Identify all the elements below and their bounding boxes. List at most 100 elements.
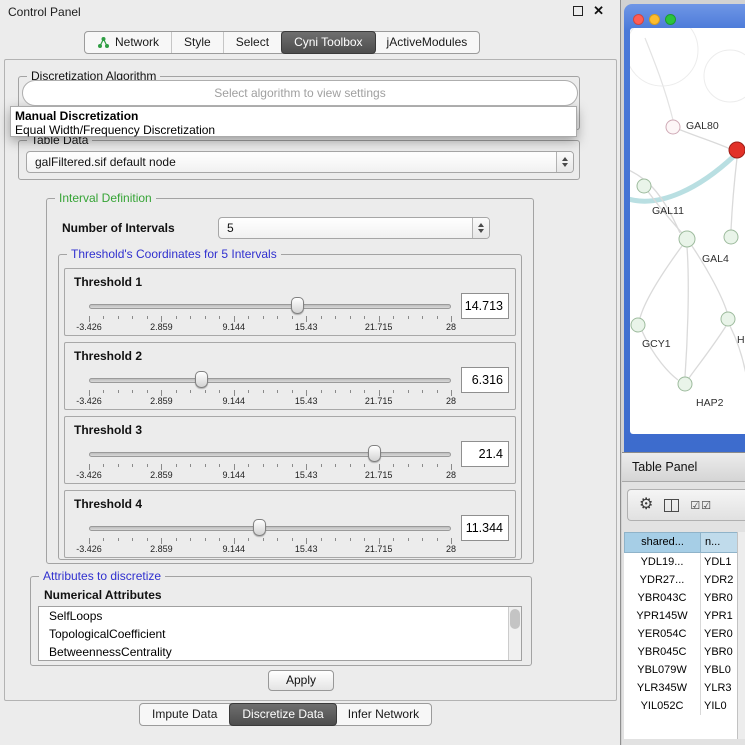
tab-label: Style: [184, 32, 211, 53]
slider-handle[interactable]: [195, 371, 208, 388]
cell-shared-name[interactable]: YIL052C: [624, 697, 701, 715]
threshold-2-value-field[interactable]: 6.316: [461, 367, 509, 393]
algorithm-option-equal-width-frequency-discretization[interactable]: Equal Width/Frequency Discretization: [11, 123, 576, 137]
threshold-3-panel: Threshold 3 -3.4262.8599.14415.4321.7152…: [64, 416, 516, 484]
numerical-attributes-label: Numerical Attributes: [44, 588, 162, 602]
table-row[interactable]: YBL079WYBL0: [624, 661, 745, 679]
tab-style[interactable]: Style: [172, 32, 224, 53]
threshold-3-slider[interactable]: [89, 445, 451, 463]
threshold-4-value-field[interactable]: 11.344: [461, 515, 509, 541]
table-row[interactable]: YER054CYER0: [624, 625, 745, 643]
network-edge[interactable]: [689, 326, 726, 378]
combobox-stepper-icon[interactable]: [556, 152, 573, 172]
cell-shared-name[interactable]: YDL19...: [624, 553, 701, 571]
algorithm-combobox[interactable]: Select algorithm to view settings: [22, 80, 578, 106]
list-item[interactable]: SelfLoops: [39, 607, 521, 625]
slider-track[interactable]: [89, 304, 451, 309]
threshold-1-slider[interactable]: [89, 297, 451, 315]
network-node[interactable]: [630, 28, 698, 86]
table-row[interactable]: YIL052CYIL0: [624, 697, 745, 715]
algorithm-option-manual-discretization[interactable]: Manual Discretization: [11, 109, 576, 123]
slider-track[interactable]: [89, 378, 451, 383]
slider-handle[interactable]: [368, 445, 381, 462]
node-label: GAL80: [686, 120, 719, 132]
cell-shared-name[interactable]: YBR043C: [624, 589, 701, 607]
slider-tick-labels: -3.4262.8599.14415.4321.71528: [89, 470, 451, 481]
tab-cyni-toolbox[interactable]: Cyni Toolbox: [281, 31, 375, 54]
tab-network[interactable]: Network: [85, 32, 172, 53]
slider-handle[interactable]: [291, 297, 304, 314]
columns-icon[interactable]: [664, 499, 679, 512]
close-traffic-light-icon[interactable]: [633, 14, 644, 25]
table-data-combobox[interactable]: galFiltered.sif default node: [26, 151, 574, 173]
table-row[interactable]: YDL19...YDL1: [624, 553, 745, 571]
tab-infer-network[interactable]: Infer Network: [336, 704, 431, 725]
network-node[interactable]: [631, 318, 645, 332]
table-row[interactable]: YBR043CYBR0: [624, 589, 745, 607]
select-columns-icon[interactable]: ☑☑: [690, 499, 712, 512]
threshold-1-panel: Threshold 1 -3.4262.8599.14415.4321.7152…: [64, 268, 516, 336]
table-scrollbar[interactable]: [737, 532, 745, 739]
network-edge[interactable]: [630, 156, 734, 201]
top-tab-bar: Network Style Select Cyni ToolboxjActiveMod…: [84, 31, 480, 54]
slider-handle[interactable]: [253, 519, 266, 536]
threshold-4-slider[interactable]: [89, 519, 451, 537]
cell-shared-name[interactable]: YLR345W: [624, 679, 701, 697]
table-row[interactable]: YDR27...YDR2: [624, 571, 745, 589]
cell-shared-name[interactable]: YBL079W: [624, 661, 701, 679]
cell-shared-name[interactable]: YDR27...: [624, 571, 701, 589]
gear-icon[interactable]: ⚙: [639, 497, 653, 513]
network-node[interactable]: [679, 231, 695, 247]
table-panel-header[interactable]: Table Panel: [622, 452, 745, 482]
network-canvas[interactable]: GAL80GAL11GAL4GCY1HHAP2: [630, 28, 745, 434]
tab-select[interactable]: Select: [224, 32, 282, 53]
float-window-icon[interactable]: [573, 6, 583, 16]
table-row[interactable]: YPR145WYPR1: [624, 607, 745, 625]
threshold-1-value-field[interactable]: 14.713: [461, 293, 509, 319]
network-node[interactable]: [704, 50, 745, 102]
table-row[interactable]: YLR345WYLR3: [624, 679, 745, 697]
network-node[interactable]: [666, 120, 680, 134]
network-view-window[interactable]: GAL80GAL11GAL4GCY1HHAP2: [624, 4, 745, 452]
network-node[interactable]: [721, 312, 735, 326]
minimize-traffic-light-icon[interactable]: [649, 14, 660, 25]
threshold-3-label: Threshold 3: [74, 423, 142, 437]
tab-label: Select: [236, 32, 269, 53]
network-edge[interactable]: [731, 158, 737, 230]
cell-shared-name[interactable]: YER054C: [624, 625, 701, 643]
network-edge[interactable]: [685, 247, 688, 377]
list-item[interactable]: TopologicalCoefficient: [39, 625, 521, 643]
thresholds-group-title: Threshold's Coordinates for 5 Intervals: [67, 247, 281, 261]
network-node[interactable]: [678, 377, 692, 391]
threshold-3-value-field[interactable]: 21.4: [461, 441, 509, 467]
list-scrollbar[interactable]: [508, 607, 521, 660]
tab-discretize-data[interactable]: Discretize Data: [229, 703, 336, 726]
numerical-attributes-list[interactable]: SelfLoopsTopologicalCoefficientBetweenne…: [38, 606, 522, 661]
list-item[interactable]: BetweennessCentrality: [39, 643, 521, 661]
network-node[interactable]: [729, 142, 745, 158]
apply-button[interactable]: Apply: [268, 670, 334, 691]
list-scrollbar-thumb[interactable]: [510, 609, 520, 629]
threshold-2-slider[interactable]: [89, 371, 451, 389]
zoom-traffic-light-icon[interactable]: [665, 14, 676, 25]
network-node[interactable]: [724, 230, 738, 244]
slider-track[interactable]: [89, 526, 451, 531]
network-edge[interactable]: [645, 38, 673, 120]
number-of-intervals-combobox[interactable]: 5: [218, 217, 490, 239]
table-header-row: shared... n...: [624, 532, 745, 553]
tab-jactivemodules[interactable]: jActiveModules: [375, 32, 480, 53]
combobox-stepper-icon[interactable]: [472, 218, 489, 238]
close-icon[interactable]: ✕: [593, 5, 604, 17]
table-panel-title: Table Panel: [632, 453, 697, 481]
column-header-shared-name[interactable]: shared...: [624, 532, 701, 553]
slider-track[interactable]: [89, 452, 451, 457]
tab-impute-data[interactable]: Impute Data: [140, 704, 230, 725]
slider-tick-labels: -3.4262.8599.14415.4321.71528: [89, 322, 451, 333]
network-node[interactable]: [637, 179, 651, 193]
network-edge[interactable]: [640, 246, 682, 318]
bottom-tab-bar: Impute DataDiscretize DataInfer Network: [139, 703, 432, 726]
table-row[interactable]: YBR045CYBR0: [624, 643, 745, 661]
cell-shared-name[interactable]: YPR145W: [624, 607, 701, 625]
cell-shared-name[interactable]: YBR045C: [624, 643, 701, 661]
slider-tick-labels: -3.4262.8599.14415.4321.71528: [89, 396, 451, 407]
